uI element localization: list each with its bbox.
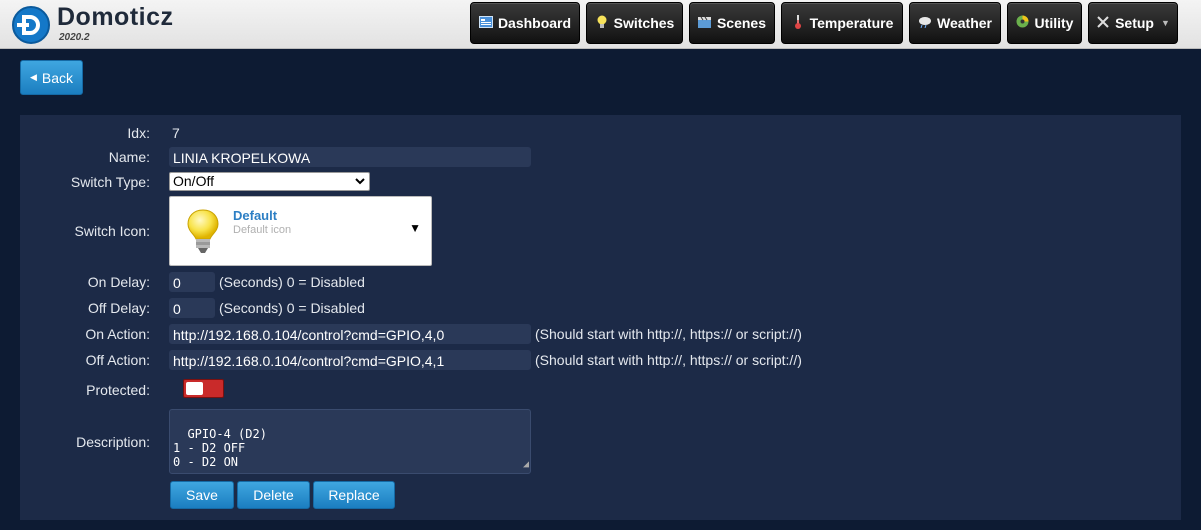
domoticz-logo-icon[interactable]	[12, 6, 50, 44]
nav-weather-label: Weather	[937, 15, 992, 31]
nav-temperature[interactable]: Temperature	[781, 2, 903, 44]
idx-value: 7	[172, 125, 180, 141]
switch-icon-label: Switch Icon:	[74, 223, 150, 239]
chevron-down-icon	[355, 173, 365, 196]
off-action-input[interactable]: http://192.168.0.104/control?cmd=GPIO,4,…	[169, 350, 531, 370]
nav-utility-label: Utility	[1034, 15, 1074, 31]
on-delay-label: On Delay:	[87, 274, 150, 290]
icon-subtitle: Default icon	[233, 224, 292, 236]
switch-type-value: On/Off	[173, 173, 214, 189]
icon-title: Default	[233, 208, 278, 223]
switch-type-select[interactable]: On/Off	[169, 172, 370, 191]
top-bar: Domoticz 2020.2 Dashboard Switches Scene…	[0, 0, 1201, 49]
utility-icon	[1016, 15, 1030, 31]
dashboard-icon	[478, 15, 493, 31]
idx-label: Idx:	[127, 125, 150, 141]
tools-icon	[1096, 15, 1110, 31]
on-action-hint: (Should start with http://, https:// or …	[535, 326, 802, 342]
version-label: 2020.2	[59, 32, 90, 43]
clapperboard-icon	[698, 16, 712, 31]
nav-dashboard-label: Dashboard	[497, 15, 572, 31]
switch-icon-select[interactable]: Default Default icon ▼	[169, 196, 432, 266]
back-button[interactable]: ◀ Back	[20, 60, 83, 95]
resize-handle-icon[interactable]: ◢	[523, 458, 529, 472]
nav-scenes[interactable]: Scenes	[689, 2, 775, 44]
description-text: GPIO-4 (D2) 1 - D2 OFF 0 - D2 ON	[173, 427, 267, 469]
nav-utility[interactable]: Utility	[1007, 2, 1082, 44]
nav-temperature-label: Temperature	[809, 15, 894, 31]
on-action-label: On Action:	[85, 326, 150, 342]
on-action-input[interactable]: http://192.168.0.104/control?cmd=GPIO,4,…	[169, 324, 531, 344]
lightbulb-icon	[595, 15, 609, 32]
off-action-hint: (Should start with http://, https:// or …	[535, 352, 802, 368]
delete-button[interactable]: Delete	[237, 481, 310, 509]
description-textarea[interactable]: GPIO-4 (D2) 1 - D2 OFF 0 - D2 ON ◢	[169, 409, 531, 474]
nav-weather[interactable]: Weather	[909, 2, 1001, 44]
toggle-knob	[186, 382, 203, 395]
name-input[interactable]: LINIA KROPELKOWA	[169, 147, 531, 167]
nav-setup[interactable]: Setup ▼	[1088, 2, 1178, 44]
lightbulb-icon	[187, 209, 219, 253]
brand-name: Domoticz	[57, 3, 174, 31]
weather-icon	[918, 16, 932, 31]
nav-scenes-label: Scenes	[716, 15, 767, 31]
description-label: Description:	[76, 434, 150, 450]
nav-switches-label: Switches	[613, 15, 675, 31]
on-delay-input[interactable]: 0	[169, 272, 215, 292]
name-label: Name:	[108, 149, 150, 165]
switch-type-label: Switch Type:	[70, 174, 150, 190]
replace-button[interactable]: Replace	[313, 481, 395, 509]
chevron-down-icon: ▼	[1160, 18, 1170, 28]
chevron-left-icon: ◀	[29, 72, 37, 82]
off-action-label: Off Action:	[85, 352, 150, 368]
protected-toggle[interactable]	[183, 379, 224, 398]
thermometer-icon	[791, 14, 805, 32]
nav-dashboard[interactable]: Dashboard	[470, 2, 580, 44]
off-delay-hint: (Seconds) 0 = Disabled	[219, 300, 365, 316]
protected-label: Protected:	[86, 382, 150, 398]
back-button-label: Back	[41, 69, 74, 86]
caret-down-icon: ▼	[409, 221, 421, 235]
nav-switches[interactable]: Switches	[586, 2, 683, 44]
off-delay-label: Off Delay:	[88, 300, 150, 316]
off-delay-input[interactable]: 0	[169, 298, 215, 318]
nav-setup-label: Setup	[1115, 15, 1154, 31]
save-button[interactable]: Save	[170, 481, 234, 509]
on-delay-hint: (Seconds) 0 = Disabled	[219, 274, 365, 290]
